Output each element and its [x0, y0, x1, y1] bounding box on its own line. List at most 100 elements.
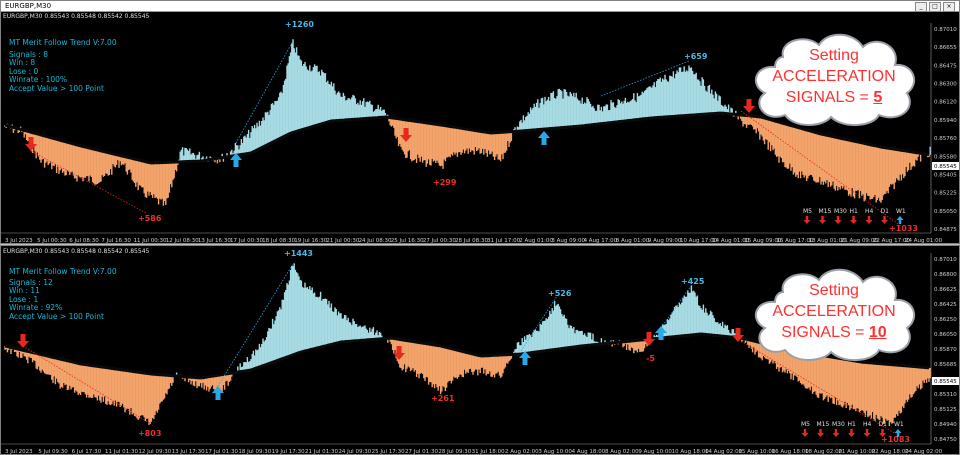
- profit-label: +1033: [889, 224, 918, 233]
- y-axis-label: 0.86475: [934, 63, 957, 69]
- y-axis-label: 0.85580: [934, 154, 957, 160]
- x-axis-label: 24 Aug 02:00: [905, 449, 943, 455]
- timeframe-down-icon: [834, 216, 842, 224]
- y-axis-label: 0.85050: [934, 209, 957, 215]
- x-axis-label: 27 Jul 00:30: [423, 238, 456, 244]
- x-axis-label: 6 Jul 08:30: [69, 238, 99, 244]
- x-axis-label: 8 Aug 01:00: [616, 238, 650, 244]
- timeframe-down-icon: [850, 216, 857, 224]
- x-axis-label: 11 Jul 01:30: [105, 449, 138, 455]
- profit-label: +526: [548, 289, 572, 298]
- x-axis-label: 4 Aug 18:00: [572, 449, 606, 455]
- y-axis-label: 0.86050: [934, 332, 957, 338]
- profit-label: +803: [138, 429, 161, 438]
- profit-label: +586: [138, 214, 162, 223]
- x-axis-label: 28 Jul 08:30: [455, 238, 488, 244]
- x-axis-label: 22 Aug 18:00: [872, 449, 910, 455]
- indicator-info-panel: MT Merit Follow Trend V:7.00 Signals : 8…: [9, 38, 117, 94]
- x-axis-label: 4 Aug 17:00: [584, 238, 618, 244]
- timeframe-label: H4: [865, 208, 874, 215]
- accept-value: Accept Value > 100 Point: [9, 83, 104, 93]
- y-axis-label: 0.84940: [934, 422, 957, 428]
- profit-label: +1443: [284, 249, 313, 258]
- x-axis-label: 21 Aug 10:00: [838, 449, 876, 455]
- quote-line: EURGBP,M30 0.85543 0.85548 0.85542 0.855…: [3, 248, 150, 255]
- setting-line-2: ACCELERATION: [772, 303, 896, 320]
- timeframe-down-icon: [832, 429, 840, 437]
- x-axis-label: 3 Aug 09:00: [551, 238, 585, 244]
- chart-titlebar[interactable]: EURGBP,M30 _ □ ×: [1, 1, 959, 12]
- x-axis-label: 17 Jul 01:30: [205, 449, 238, 455]
- y-axis-label: 0.84750: [934, 437, 957, 443]
- chart-window-bottom[interactable]: 0.87010 0.86800 0.86625 0.86425 0.86250 0.860…: [0, 245, 960, 455]
- y-axis-label: 0.85225: [934, 191, 957, 197]
- timeframe-down-icon: [881, 216, 888, 224]
- timeframe-up-icon: [896, 216, 904, 224]
- profit-label: +1083: [881, 435, 910, 444]
- timeframe-label: M5: [803, 208, 812, 215]
- maximize-button[interactable]: □: [929, 2, 941, 12]
- setting-line-2: ACCELERATION: [772, 68, 896, 85]
- x-axis-label: 2 Aug 02:00: [505, 449, 539, 455]
- x-axis-label: 18 Jul 08:30: [262, 238, 295, 244]
- timeframe-down-icon: [865, 216, 873, 224]
- x-axis-label: 9 Aug 10:00: [638, 449, 672, 455]
- timeframe-label: W1: [896, 208, 906, 215]
- y-axis-label: 0.86250: [934, 317, 957, 323]
- timeframe-label: M5: [801, 421, 810, 428]
- timeframe-down-icon: [863, 429, 871, 437]
- timeframe-down-icon: [817, 429, 824, 437]
- price-tag-label: 0.85545: [934, 164, 957, 170]
- timeframe-down-icon: [801, 429, 809, 437]
- indicator-version: V:7.00: [92, 267, 117, 276]
- y-axis-label: 0.86120: [934, 100, 957, 106]
- x-axis-label: 13 Jul 17:30: [172, 449, 205, 455]
- y-axis-label: 0.85760: [934, 136, 957, 142]
- y-axis-label: 0.85405: [934, 172, 957, 178]
- timeframe-label: H4: [863, 421, 872, 428]
- y-axis-label: 0.85870: [934, 347, 957, 353]
- setting-cloud-badge: Setting ACCELERATION SIGNALS = 10: [745, 262, 923, 364]
- y-axis-label: 0.86625: [934, 287, 957, 293]
- timeframe-label: M15: [817, 421, 830, 428]
- accept-value: Accept Value > 100 Point: [9, 311, 104, 321]
- x-axis-label: 5 Jul 00:30: [37, 238, 67, 244]
- timeframe-label: M15: [819, 208, 832, 215]
- y-axis-label: 0.84875: [934, 227, 957, 233]
- x-axis-label: 19 Jul 17:30: [272, 449, 305, 455]
- timeframe-label: M30: [832, 421, 845, 428]
- x-axis-label: 15 Aug 10:00: [738, 449, 776, 455]
- y-axis-label: 0.87010: [934, 27, 957, 33]
- chart-title: EURGBP,M30: [5, 2, 52, 10]
- x-axis-label: 3 Aug 10:00: [538, 449, 572, 455]
- minimize-button[interactable]: _: [915, 2, 927, 12]
- sell-arrow-icon: [17, 334, 29, 348]
- profit-label: +261: [431, 394, 455, 403]
- close-button[interactable]: ×: [943, 2, 955, 12]
- y-axis-label: 0.85940: [934, 118, 957, 124]
- y-axis-label: 0.85685: [934, 362, 957, 368]
- timeframe-label: M30: [834, 208, 847, 215]
- x-axis-label: 12 Jul 09:30: [138, 449, 171, 455]
- y-axis-label: 0.85310: [934, 392, 957, 398]
- x-axis-label: 8 Aug 02:00: [605, 449, 639, 455]
- setting-line-1: Setting: [809, 47, 859, 64]
- timeframe-down-icon: [803, 216, 811, 224]
- y-axis-label: 0.85125: [934, 407, 957, 413]
- setting-line-1: Setting: [809, 282, 859, 299]
- indicator-name: MT Merit Follow Trend: [9, 38, 91, 47]
- x-axis-label: 12 Jul 08:30: [166, 238, 199, 244]
- setting-value: 5: [873, 89, 883, 106]
- indicator-info-panel: MT Merit Follow Trend V:7.00 Signals : 1…: [9, 267, 117, 322]
- x-axis-label: 24 Aug 01:00: [905, 238, 943, 244]
- x-axis-label: 7 Jul 16:30: [101, 238, 131, 244]
- indicator-name: MT Merit Follow Trend: [9, 267, 91, 276]
- x-axis-label: 19 Jul 16:30: [294, 238, 327, 244]
- chart-window-top[interactable]: 0.87010 0.86655 0.86475 0.86300 0.86120 0.859…: [0, 0, 960, 244]
- x-axis-label: 31 Jul 17:00: [487, 238, 520, 244]
- x-axis-label: 21 Jul 01:30: [305, 449, 338, 455]
- quote-line: EURGBP,M30 0.85543 0.85548 0.85542 0.855…: [3, 13, 150, 20]
- x-axis-label: 13 Jul 16:30: [198, 238, 231, 244]
- x-axis-label: 18 Aug 02:00: [805, 449, 843, 455]
- profit-label: -5: [646, 354, 655, 363]
